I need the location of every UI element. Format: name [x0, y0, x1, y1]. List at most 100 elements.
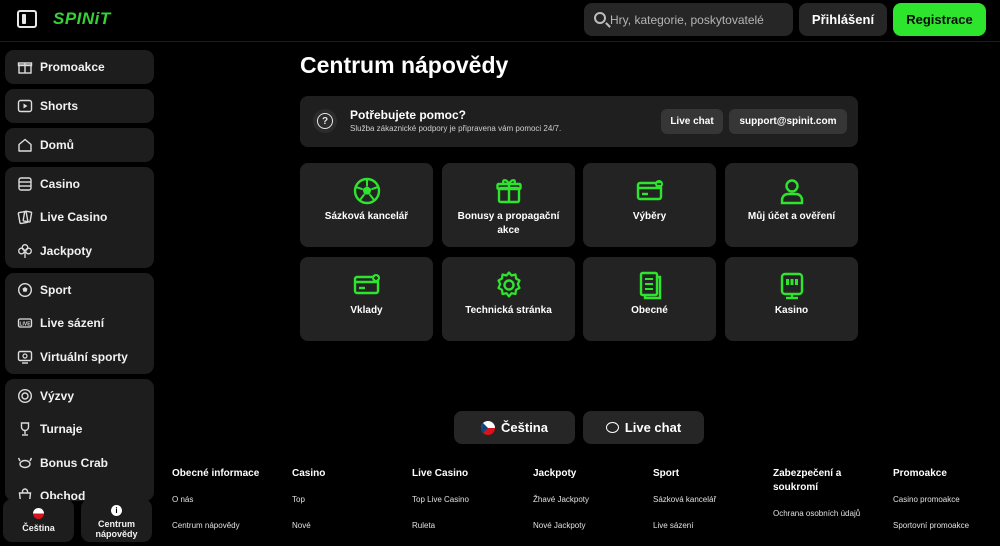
search-icon: [594, 12, 606, 24]
footer-column-jackpots: Jackpoty Žhavé Jackpoty Nové Jackpoty: [533, 467, 643, 530]
live-chat-pill[interactable]: Live chat: [661, 109, 723, 134]
support-title: Potřebujete pomoc?: [350, 108, 467, 122]
sidebar-language-button[interactable]: Čeština: [3, 499, 74, 542]
footer-heading: Sport: [653, 468, 680, 479]
search-input[interactable]: [610, 3, 790, 36]
help-card-technical[interactable]: Technická stránka: [442, 257, 575, 341]
cards-icon: [17, 210, 33, 225]
language-button[interactable]: Čeština: [454, 411, 575, 444]
footer-link[interactable]: Casino promoakce: [893, 494, 960, 506]
flag-cz-icon: [33, 508, 44, 519]
document-icon: [639, 271, 661, 300]
sidebar-toggle-icon[interactable]: [17, 10, 37, 28]
sidebar-item-label: Shorts: [40, 99, 79, 113]
footer-link[interactable]: Live sázení: [653, 520, 693, 532]
page-title: Centrum nápovědy: [300, 52, 509, 78]
language-label: Čeština: [501, 420, 548, 435]
help-card-deposits[interactable]: Vklady: [300, 257, 433, 341]
footer-link[interactable]: O nás: [172, 494, 193, 506]
footer-link[interactable]: Top Live Casino: [412, 494, 469, 506]
footer-heading: Casino: [292, 468, 326, 479]
sidebar-item-live-casino[interactable]: Live Casino: [5, 200, 154, 234]
sidebar-item-live-sazeni[interactable]: LIVE Live sázení: [5, 306, 154, 340]
help-card-bonuses[interactable]: Bonusy a propagační akce: [442, 163, 575, 247]
footer-column-casino: Casino Top Nové: [292, 467, 402, 530]
footer-link[interactable]: Nové Jackpoty: [533, 520, 585, 532]
help-card-sportsbook[interactable]: Sázková kancelář: [300, 163, 433, 247]
sidebar-help-button[interactable]: i Centrum nápovědy: [81, 499, 152, 542]
sidebar-item-jackpoty[interactable]: Jackpoty: [5, 234, 154, 268]
footer-link[interactable]: Sázková kancelář: [653, 494, 716, 506]
help-card-casino[interactable]: Kasino: [725, 257, 858, 341]
footer-link[interactable]: Ochrana osobních údajů: [773, 508, 863, 520]
login-button[interactable]: Přihlášení: [799, 3, 887, 36]
ball-icon: [17, 282, 33, 298]
sidebar-item-domu[interactable]: Domů: [5, 128, 154, 162]
sidebar-item-label: Turnaje: [40, 422, 83, 436]
sidebar-item-sport[interactable]: Sport: [5, 273, 154, 307]
live-chat-label: Live chat: [624, 420, 682, 435]
chat-bubble-icon: [605, 422, 619, 433]
sidebar-item-label: Promoakce: [40, 60, 105, 74]
footer-link[interactable]: Nové: [292, 520, 311, 532]
live-icon: LIVE: [17, 318, 33, 328]
sidebar-item-label: Casino: [40, 177, 81, 191]
info-icon: i: [111, 505, 122, 516]
target-icon: [17, 388, 33, 404]
sidebar-group-home: Domů: [5, 128, 154, 162]
sidebar-item-virtualni-sporty[interactable]: Virtuální sporty: [5, 340, 154, 374]
sidebar: Promoakce Shorts Domů Casino Live Casino…: [0, 42, 160, 546]
footer-column-promotions: Promoakce Casino promoakce Sportovní pro…: [893, 467, 998, 530]
slot-machine-icon: [780, 272, 803, 300]
sidebar-group-sport: Sport LIVE Live sázení Virtuální sporty: [5, 273, 154, 374]
footer-heading: Live Casino: [412, 468, 469, 479]
svg-text:LIVE: LIVE: [19, 321, 31, 327]
footer-link[interactable]: Top: [292, 494, 305, 506]
search-box[interactable]: [584, 3, 793, 36]
sidebar-item-casino[interactable]: Casino: [5, 167, 154, 201]
help-card-label: Bonusy a propagační akce: [457, 211, 560, 236]
help-card-account[interactable]: Můj účet a ověření: [725, 163, 858, 247]
gift-icon: [495, 179, 522, 204]
sidebar-group-promo: Promoakce: [5, 50, 154, 84]
sidebar-item-label: Live sázení: [40, 316, 105, 330]
sidebar-language-label: Čeština: [22, 523, 55, 533]
register-button[interactable]: Registrace: [893, 3, 986, 36]
sidebar-item-label: Domů: [40, 138, 74, 152]
slot-icon: [18, 177, 32, 191]
live-chat-button[interactable]: Live chat: [583, 411, 704, 444]
flag-cz-icon: [481, 420, 496, 435]
sidebar-item-label: Výzvy: [40, 389, 75, 403]
help-card-general[interactable]: Obecné: [583, 257, 716, 341]
footer-column-live-casino: Live Casino Top Live Casino Ruleta: [412, 467, 522, 530]
sidebar-item-bonus-crab[interactable]: Bonus Crab: [5, 446, 154, 480]
sidebar-item-vyzvy[interactable]: Výzvy: [5, 379, 154, 413]
top-bar: SPINiT Přihlášení Registrace: [0, 0, 1000, 42]
help-card-label: Kasino: [774, 305, 809, 316]
footer-heading: Obecné informace: [172, 468, 260, 479]
sidebar-item-label: Live Casino: [40, 210, 108, 224]
support-subtitle: Služba zákaznické podpory je připravena …: [350, 124, 562, 133]
support-email-pill[interactable]: support@spinit.com: [729, 109, 847, 134]
footer-link[interactable]: Sportovní promoakce: [893, 520, 969, 532]
sidebar-item-promoakce[interactable]: Promoakce: [5, 50, 154, 84]
gift-icon: [17, 62, 33, 74]
sidebar-item-turnaje[interactable]: Turnaje: [5, 412, 154, 446]
footer-column-security: Zabezpečení a soukromí Ochrana osobních …: [773, 467, 873, 518]
footer-link[interactable]: Žhavé Jackpoty: [533, 494, 589, 506]
sidebar-item-label: Virtuální sporty: [40, 350, 128, 364]
logo[interactable]: SPINiT: [53, 9, 111, 29]
help-card-label: Můj účet a ověření: [747, 211, 836, 222]
footer-link[interactable]: Centrum nápovědy: [172, 520, 240, 532]
sidebar-item-label: Jackpoty: [40, 244, 93, 258]
football-icon: [353, 177, 380, 205]
help-card-withdrawals[interactable]: Výběry: [583, 163, 716, 247]
sidebar-item-shorts[interactable]: Shorts: [5, 89, 154, 123]
footer-column-general: Obecné informace O nás Centrum nápovědy: [172, 467, 282, 530]
question-icon: ?: [313, 109, 337, 133]
footer-heading: Promoakce: [893, 468, 947, 479]
help-card-label: Technická stránka: [465, 305, 552, 316]
sidebar-group-shorts: Shorts: [5, 89, 154, 123]
user-icon: [780, 179, 803, 205]
footer-link[interactable]: Ruleta: [412, 520, 435, 532]
